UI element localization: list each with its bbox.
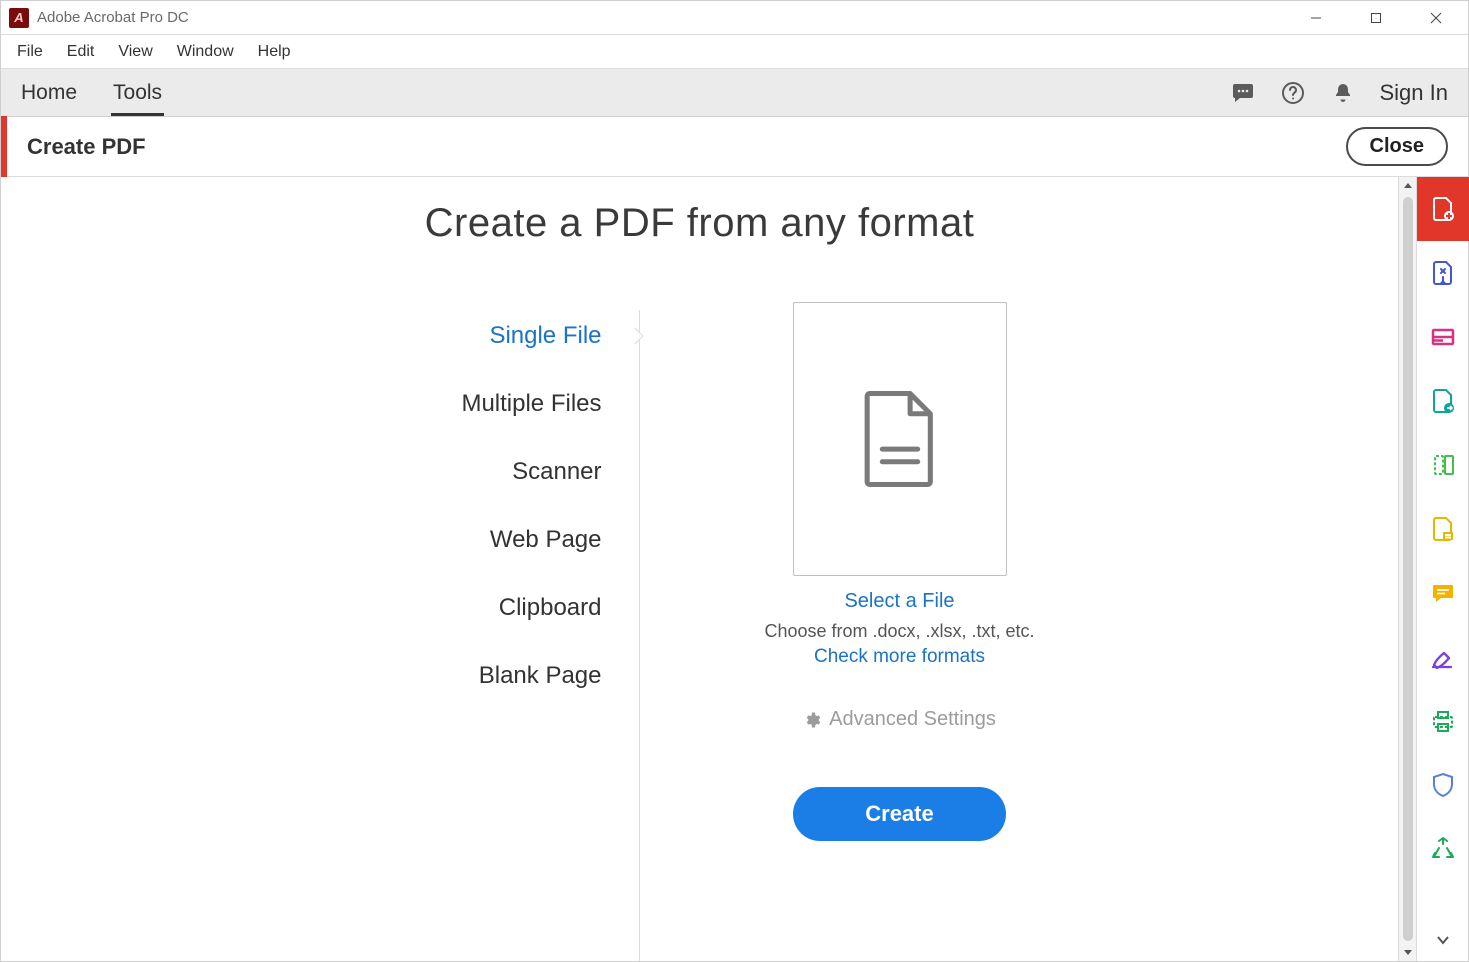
close-tool-button[interactable]: Close: [1346, 127, 1448, 166]
file-icon: [861, 391, 939, 487]
shield-icon: [1429, 771, 1457, 799]
gear-icon: [803, 711, 821, 729]
choice-notch: [626, 328, 643, 345]
notifications-icon[interactable]: [1330, 80, 1356, 106]
chevron-down-icon: [1435, 932, 1451, 948]
rail-recycle[interactable]: [1417, 817, 1469, 881]
choice-clipboard[interactable]: Clipboard: [499, 574, 602, 642]
window-minimize-button[interactable]: [1286, 1, 1346, 35]
rail-print[interactable]: [1417, 689, 1469, 753]
choice-list: Single File Multiple Files Scanner Web P…: [320, 302, 640, 841]
tool-title: Create PDF: [27, 134, 146, 160]
choice-single-file[interactable]: Single File: [489, 302, 601, 370]
headline: Create a PDF from any format: [425, 201, 975, 246]
choice-label: Scanner: [512, 458, 601, 485]
window-close-button[interactable]: [1406, 1, 1466, 35]
choice-multiple-files[interactable]: Multiple Files: [461, 370, 601, 438]
scroll-up-arrow[interactable]: [1399, 177, 1416, 195]
print-icon: [1429, 707, 1457, 735]
app-title: Adobe Acrobat Pro DC: [37, 9, 189, 26]
rail-organize[interactable]: [1417, 305, 1469, 369]
menu-help[interactable]: Help: [248, 39, 301, 65]
check-formats-link[interactable]: Check more formats: [814, 646, 985, 668]
menu-view[interactable]: View: [108, 39, 162, 65]
main-scroll: Create a PDF from any format Single File…: [1, 177, 1416, 961]
tool-rail: [1416, 177, 1468, 961]
choice-scanner[interactable]: Scanner: [512, 438, 601, 506]
rail-protect[interactable]: [1417, 753, 1469, 817]
scroll-down-arrow[interactable]: [1399, 943, 1416, 961]
sign-in-button[interactable]: Sign In: [1380, 80, 1449, 106]
organize-icon: [1429, 323, 1457, 351]
main-panel: Create a PDF from any format Single File…: [1, 177, 1398, 961]
content-area: Create a PDF from any format Single File…: [1, 177, 1468, 961]
file-dropzone[interactable]: [793, 302, 1007, 576]
window-maximize-button[interactable]: [1346, 1, 1406, 35]
rail-sign[interactable]: [1417, 625, 1469, 689]
rail-file-yellow[interactable]: [1417, 497, 1469, 561]
primary-nav: Home Tools Sign In: [1, 69, 1468, 117]
green-tool-icon: [1429, 451, 1457, 479]
rail-edit-pdf[interactable]: [1417, 241, 1469, 305]
vertical-scrollbar[interactable]: [1398, 177, 1416, 961]
edit-pdf-icon: [1429, 259, 1457, 287]
tool-toolbar: Create PDF Close: [1, 117, 1468, 177]
choice-blank-page[interactable]: Blank Page: [479, 642, 602, 710]
advanced-label: Advanced Settings: [829, 708, 996, 731]
nav-tab-tools[interactable]: Tools: [111, 69, 164, 116]
toolbar-left: Create PDF: [21, 117, 146, 176]
rail-tool-green[interactable]: [1417, 433, 1469, 497]
file-hint: Choose from .docx, .xlsx, .txt, etc.: [764, 621, 1034, 642]
choice-label: Clipboard: [499, 594, 602, 621]
recycle-icon: [1429, 835, 1457, 863]
nav-tabs: Home Tools: [19, 69, 164, 116]
menu-window[interactable]: Window: [167, 39, 244, 65]
rail-create-pdf[interactable]: [1417, 177, 1469, 241]
create-button[interactable]: Create: [793, 787, 1005, 841]
menubar: File Edit View Window Help: [1, 35, 1468, 69]
comment-icon: [1429, 579, 1457, 607]
menu-file[interactable]: File: [7, 39, 53, 65]
select-file-link[interactable]: Select a File: [844, 590, 954, 613]
nav-tab-home[interactable]: Home: [19, 69, 79, 116]
sign-icon: [1429, 643, 1457, 671]
tool-accent: [1, 116, 7, 177]
advanced-settings[interactable]: Advanced Settings: [803, 708, 996, 731]
yellow-file-icon: [1429, 515, 1457, 543]
chat-icon[interactable]: [1230, 80, 1256, 106]
window-titlebar: A Adobe Acrobat Pro DC: [1, 1, 1468, 35]
rail-comment[interactable]: [1417, 561, 1469, 625]
title-left: A Adobe Acrobat Pro DC: [3, 8, 189, 28]
create-pdf-icon: [1429, 195, 1457, 223]
choice-label: Multiple Files: [461, 390, 601, 417]
export-pdf-icon: [1429, 387, 1457, 415]
rail-export-pdf[interactable]: [1417, 369, 1469, 433]
app-icon: A: [9, 8, 29, 28]
menu-edit[interactable]: Edit: [57, 39, 105, 65]
choice-label: Web Page: [490, 526, 602, 553]
help-icon[interactable]: [1280, 80, 1306, 106]
choice-label: Blank Page: [479, 662, 602, 689]
scroll-thumb[interactable]: [1403, 197, 1413, 941]
chooser: Single File Multiple Files Scanner Web P…: [320, 302, 1080, 841]
rail-more[interactable]: [1435, 922, 1451, 961]
window-controls: [1286, 1, 1466, 35]
choice-web-page[interactable]: Web Page: [490, 506, 602, 574]
choice-label: Single File: [489, 322, 601, 349]
nav-actions: Sign In: [1230, 80, 1449, 106]
file-panel: Select a File Choose from .docx, .xlsx, …: [720, 302, 1080, 841]
